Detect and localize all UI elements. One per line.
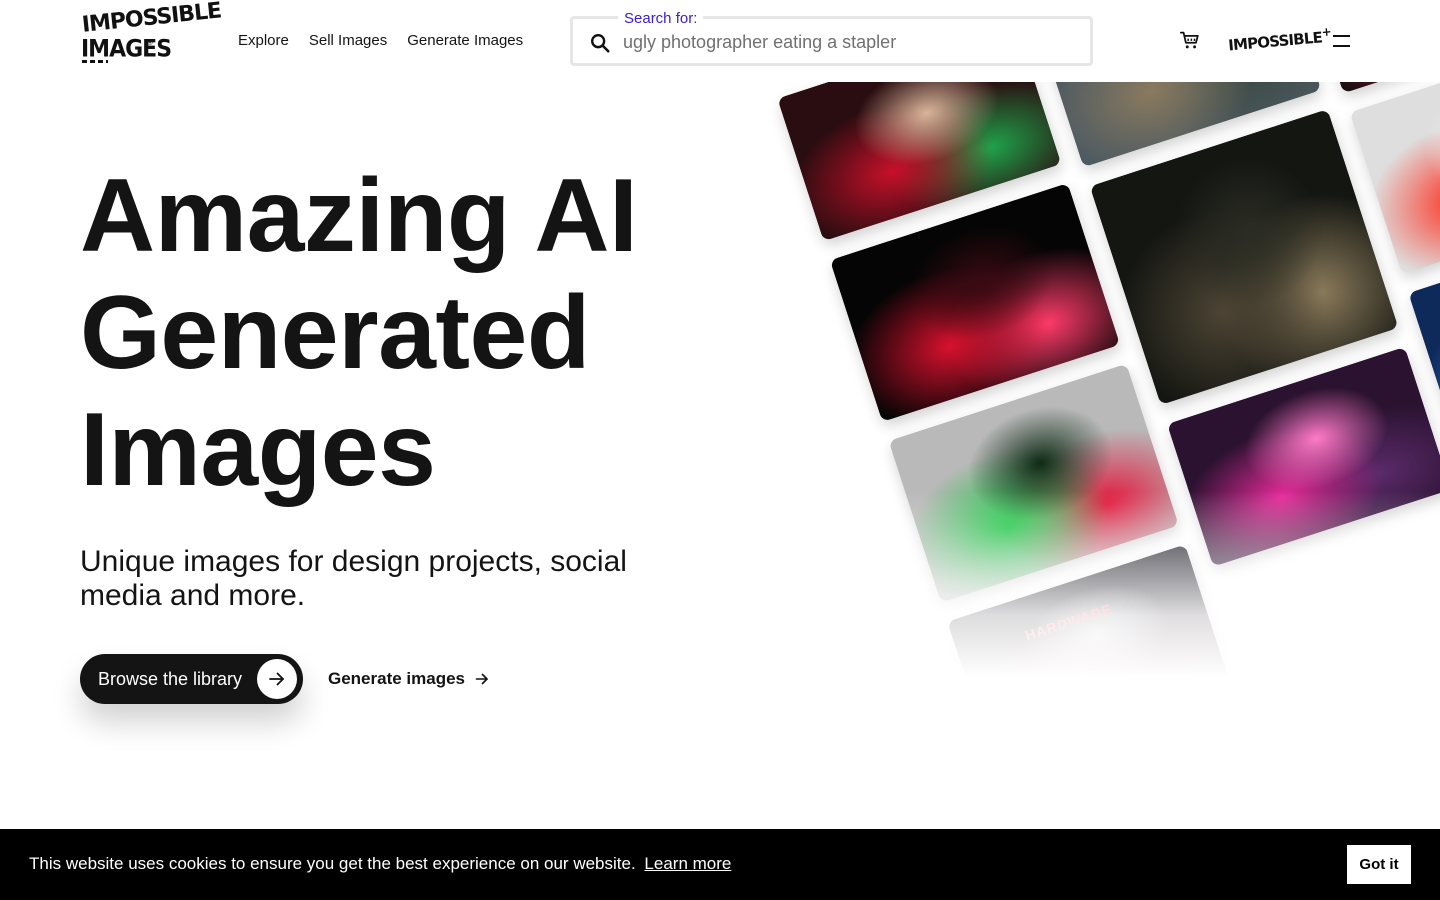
impossible-images-logo[interactable]: IMPOSSIBLE IMAGES ® xyxy=(80,0,222,66)
neon-sign-text: HARDWARE xyxy=(1023,600,1115,644)
giraffe-jungle-image[interactable] xyxy=(1089,109,1399,406)
plus-logo-sign: + xyxy=(1320,24,1332,40)
search-legend: Search for: xyxy=(618,10,704,28)
menu-icon[interactable] xyxy=(1333,34,1350,48)
logo-dashes xyxy=(82,60,108,63)
hero-title-line2: Generated xyxy=(80,275,590,391)
hero-title-line1: Amazing AI xyxy=(80,158,638,274)
search-box: Search for: xyxy=(570,10,1093,66)
nav-sell-images[interactable]: Sell Images xyxy=(309,32,387,50)
cookie-banner: This website uses cookies to ensure you … xyxy=(0,829,1440,900)
logo-text-line2: IMAGES xyxy=(81,35,172,64)
search-input[interactable] xyxy=(623,29,1073,55)
arrow-right-icon xyxy=(269,672,284,686)
logo-text-line1: IMPOSSIBLE xyxy=(80,0,223,38)
hero-title: Amazing AI Generated Images xyxy=(80,158,720,509)
impossible-plus-logo[interactable]: IMPOSSIBLE+ xyxy=(1227,25,1332,55)
cookie-message-text: This website uses cookies to ensure you … xyxy=(29,854,636,873)
cookie-message: This website uses cookies to ensure you … xyxy=(29,854,731,874)
site-header: IMPOSSIBLE IMAGES ® Explore Sell Images … xyxy=(0,0,1440,82)
browse-library-label: Browse the library xyxy=(98,669,243,689)
nav-generate-images[interactable]: Generate Images xyxy=(407,32,523,50)
arrow-right-icon xyxy=(475,673,488,685)
search-icon[interactable] xyxy=(589,32,611,54)
generate-images-link[interactable]: Generate images xyxy=(328,669,489,689)
plus-logo-text: IMPOSSIBLE xyxy=(1227,28,1323,55)
learn-more-link[interactable]: Learn more xyxy=(644,854,731,873)
cookie-accept-button[interactable]: Got it xyxy=(1347,845,1411,884)
collage-grid: HARDWARE xyxy=(693,82,1440,702)
image-collage: HARDWARE xyxy=(693,82,1440,702)
arrow-circle xyxy=(257,659,297,699)
cart-icon[interactable] xyxy=(1179,29,1201,51)
hero-subtitle: Unique images for design projects, socia… xyxy=(80,545,627,612)
generate-images-label: Generate images xyxy=(328,669,466,688)
hero-title-line3: Images xyxy=(80,392,436,508)
logo-registered-mark: ® xyxy=(147,38,153,47)
nav-explore[interactable]: Explore xyxy=(238,32,289,50)
browse-library-button[interactable]: Browse the library xyxy=(80,654,303,704)
main-nav: Explore Sell Images Generate Images xyxy=(238,32,523,50)
